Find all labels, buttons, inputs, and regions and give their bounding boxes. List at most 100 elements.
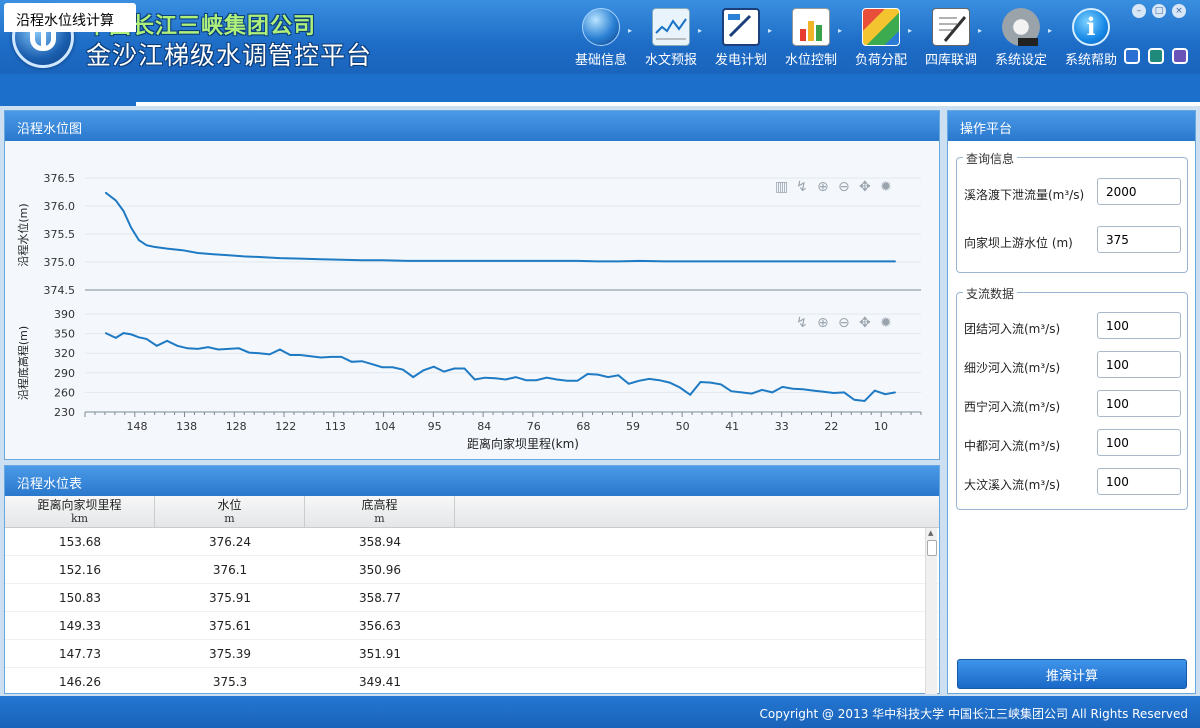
zoom-in-icon[interactable]: ⊕ xyxy=(817,315,829,331)
x-tick-label: 104 xyxy=(375,420,396,433)
data-point xyxy=(115,199,117,201)
table-row[interactable]: 149.33 375.61 356.63 xyxy=(5,612,939,640)
data-point xyxy=(730,390,732,392)
y-tick-label: 375.0 xyxy=(44,256,76,269)
x-tick-label: 76 xyxy=(527,420,541,433)
data-point xyxy=(392,366,394,368)
data-point xyxy=(504,378,507,381)
data-point xyxy=(607,376,609,378)
nav-label: 发电计划 xyxy=(714,53,767,68)
simulate-calculate-button[interactable]: 推演计算 xyxy=(957,659,1187,689)
zoom-out-icon[interactable]: ⊖ xyxy=(838,315,850,331)
nav-water-level-control[interactable]: ▸ 水位控制 xyxy=(776,6,846,68)
table-cell: 375.91 xyxy=(209,591,251,605)
table-row[interactable]: 152.16 376.1 350.96 xyxy=(5,556,939,584)
nav-hydrology-forecast[interactable]: ▸ 水文预报 xyxy=(636,6,706,68)
xiluodu-discharge-input[interactable] xyxy=(1097,178,1181,205)
settings-icon[interactable]: ✹ xyxy=(880,179,892,195)
settings-icon[interactable]: ✹ xyxy=(880,315,892,331)
data-point xyxy=(751,393,753,395)
minimize-icon[interactable]: – xyxy=(1132,4,1146,18)
table-row[interactable]: 153.68 376.24 358.94 xyxy=(5,528,939,556)
nav-basic-info[interactable]: ▸ 基础信息 xyxy=(566,6,636,68)
table-scrollbar[interactable]: ▲ xyxy=(925,528,937,694)
data-point xyxy=(279,348,281,351)
data-point xyxy=(474,378,476,381)
data-point xyxy=(166,340,168,342)
zoom-out-icon[interactable]: ⊖ xyxy=(838,179,850,195)
maximize-icon[interactable]: □ xyxy=(1152,4,1166,18)
pan-icon[interactable]: ✥ xyxy=(859,315,871,331)
restore-icon[interactable]: ↯ xyxy=(796,315,808,331)
field-row: 细沙河入流(m³/s) xyxy=(957,351,1189,381)
data-point xyxy=(217,348,219,351)
zhongdu-inflow-input[interactable] xyxy=(1097,429,1181,456)
table-cell: 375.39 xyxy=(209,647,251,661)
data-point xyxy=(138,336,140,338)
field-label: 西宁河入流(m³/s) xyxy=(964,400,1061,414)
data-point xyxy=(130,333,132,336)
data-point xyxy=(443,370,445,373)
table-row[interactable]: 147.73 375.39 351.91 xyxy=(5,640,939,668)
nav-system-settings[interactable]: ▸ 系统设定 xyxy=(986,6,1056,68)
x-tick-label: 128 xyxy=(226,420,247,433)
data-point xyxy=(402,369,404,371)
y-tick-label: 376.0 xyxy=(44,200,76,213)
skin-purple-button[interactable] xyxy=(1172,48,1188,64)
table-cell: 376.1 xyxy=(212,563,248,577)
pan-icon[interactable]: ✥ xyxy=(859,179,871,195)
data-point xyxy=(710,382,712,384)
column-header-distance[interactable]: 距离向家坝里程 km xyxy=(5,496,155,527)
skin-blue-button[interactable] xyxy=(1124,48,1140,64)
table-cell: 146.26 xyxy=(59,675,101,689)
table-cell: 358.77 xyxy=(359,591,401,605)
xiangjiaba-level-input[interactable] xyxy=(1097,226,1181,253)
water-level-bar-icon xyxy=(792,8,830,46)
xisha-inflow-input[interactable] xyxy=(1097,351,1181,378)
data-point xyxy=(122,210,125,212)
data-point xyxy=(340,356,343,358)
field-row: 向家坝上游水位 (m) xyxy=(957,226,1189,256)
copyright-text: Copyright @ 2013 华中科技大学 中国长江三峡集团公司 All R… xyxy=(759,707,1188,721)
nav-system-help[interactable]: i 系统帮助 xyxy=(1056,6,1126,68)
nav-four-reservoir[interactable]: ▸ 四库联调 xyxy=(916,6,986,68)
zoom-in-icon[interactable]: ⊕ xyxy=(817,179,829,195)
data-point xyxy=(320,258,322,260)
xining-inflow-input[interactable] xyxy=(1097,390,1181,417)
table-row[interactable]: 146.26 375.3 349.41 xyxy=(5,668,939,694)
data-point xyxy=(597,260,599,263)
data-point xyxy=(781,386,784,388)
close-icon[interactable]: × xyxy=(1172,4,1186,18)
y-tick-label: 260 xyxy=(54,386,75,399)
scroll-thumb[interactable] xyxy=(927,540,937,556)
column-header-bed[interactable]: 底高程 m xyxy=(305,496,455,527)
skin-teal-button[interactable] xyxy=(1148,48,1164,64)
dawenxi-inflow-input[interactable] xyxy=(1097,468,1181,495)
tributary-data-group: 支流数据 团结河入流(m³/s) 细沙河入流(m³/s) 西宁河入流(m³/s)… xyxy=(956,285,1189,510)
table-cell: 153.68 xyxy=(59,535,101,549)
data-point xyxy=(843,391,845,393)
data-point xyxy=(258,256,260,258)
table-cell: 356.63 xyxy=(359,619,401,633)
data-point xyxy=(258,352,260,354)
x-tick-label: 41 xyxy=(725,420,739,433)
nav-generation-plan[interactable]: ▸ 发电计划 xyxy=(706,6,776,68)
nav-label: 系统设定 xyxy=(994,53,1047,68)
column-header-level[interactable]: 水位 m xyxy=(155,496,305,527)
table-row[interactable]: 150.83 375.91 358.77 xyxy=(5,584,939,612)
x-tick-label: 10 xyxy=(874,420,888,433)
generation-plan-icon xyxy=(722,8,760,46)
data-point xyxy=(494,260,496,262)
nav-load-allocation[interactable]: ▸ 负荷分配 xyxy=(846,6,916,68)
scroll-up-icon[interactable]: ▲ xyxy=(928,529,933,537)
group-legend: 支流数据 xyxy=(963,285,1018,302)
tab-water-profile-calc[interactable]: 沿程水位线计算 xyxy=(4,3,136,32)
tuanjie-inflow-input[interactable] xyxy=(1097,312,1181,339)
data-point xyxy=(453,260,455,262)
data-point xyxy=(812,389,814,392)
data-point xyxy=(638,260,640,262)
main-nav: ▸ 基础信息 ▸ 水文预报 ▸ 发电计划 ▸ 水位控制 ▸ 负荷分配 ▸ 四库联… xyxy=(566,6,1126,68)
restore-icon[interactable]: ↯ xyxy=(796,179,808,195)
data-point xyxy=(617,260,619,263)
bar-chart-icon[interactable]: ▥ xyxy=(775,179,788,195)
